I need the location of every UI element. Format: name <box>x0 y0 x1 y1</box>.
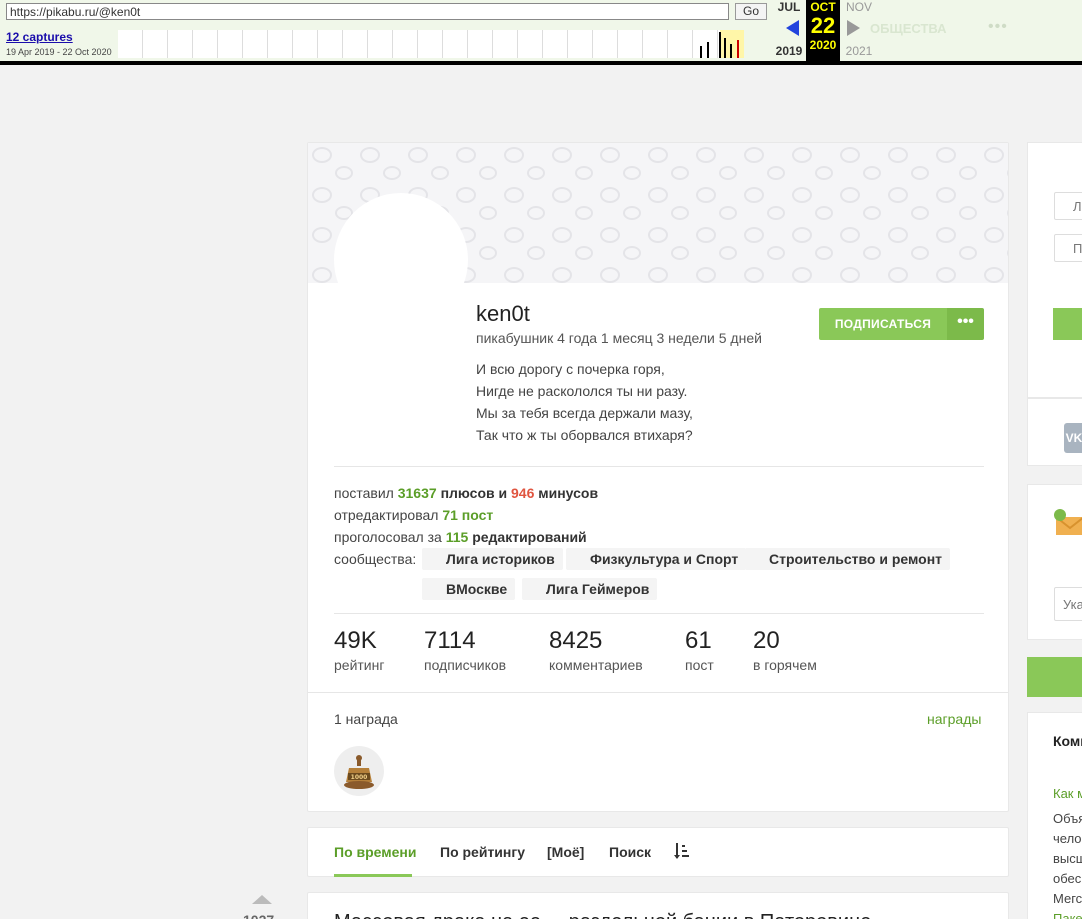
stat-posts: 61 пост <box>685 627 714 673</box>
stat-comments: 8425 комментариев <box>549 627 643 673</box>
subscribe-button[interactable]: ПОДПИСАТЬСЯ <box>819 308 947 340</box>
more-options-icon[interactable]: ••• <box>947 308 984 340</box>
post-card: Массовая драка на ее ... раздельной бани… <box>307 892 1009 919</box>
medal-label: 1000 <box>351 774 368 781</box>
community-chip[interactable]: ВМоскве <box>422 578 516 600</box>
wayback-toolbar: https://pikabu.ru/@ken0t Go 12 captures … <box>0 0 1082 65</box>
wayback-current-date: OCT 22 2020 <box>806 0 840 61</box>
user-about: И всю дорогу с почерка горя, Нигде не ра… <box>476 358 693 446</box>
mail-icon <box>1054 509 1082 535</box>
sort-tabs: По времени По рейтингу [Моё] Поиск <box>307 827 1009 877</box>
stat-votes: поставил 31637 плюсов и 946 минусов <box>334 485 599 501</box>
comment-text-line: чело <box>1053 831 1082 846</box>
username: ken0t <box>476 301 530 326</box>
sidebar-login-panel: Л П <box>1027 142 1082 398</box>
comments-link[interactable]: Как м <box>1053 786 1082 801</box>
wayback-cur-year: 2020 <box>809 38 837 52</box>
login-button[interactable] <box>1053 308 1082 340</box>
stat-voted: проголосовал за 115 редактирований <box>334 529 587 545</box>
divider <box>308 692 1008 693</box>
wayback-next-year: 2021 <box>845 44 873 58</box>
sort-order-icon[interactable] <box>674 842 690 863</box>
wayback-url-input[interactable]: https://pikabu.ru/@ken0t <box>6 3 729 20</box>
community-chip[interactable]: Лига историков <box>422 548 563 570</box>
avatar[interactable] <box>334 193 468 327</box>
comments-title: Комм <box>1053 733 1082 749</box>
comment-text-line: высш <box>1053 851 1082 866</box>
wayback-prev-month[interactable]: JUL <box>772 0 806 14</box>
tab-mine[interactable]: [Моё] <box>547 844 584 860</box>
stat-hot: 20 в горячем <box>753 627 817 673</box>
about-line: Так что ж ты оборвался втихаря? <box>476 427 693 443</box>
awards-count: 1 награда <box>334 711 398 727</box>
comment-text-line: Объя <box>1053 811 1082 826</box>
login-input[interactable]: Л <box>1054 192 1082 220</box>
wayback-cur-day: 22 <box>810 13 836 38</box>
vk-icon[interactable]: VK <box>1064 423 1082 453</box>
sidebar-green-banner[interactable] <box>1027 657 1082 697</box>
community-chip[interactable]: Физкультура и Спорт <box>566 548 747 570</box>
tab-by-rating[interactable]: По рейтингу <box>440 844 525 860</box>
wayback-go-button[interactable]: Go <box>735 3 767 20</box>
wayback-date-range: 19 Apr 2019 - 22 Oct 2020 <box>6 47 112 57</box>
comment-text-line: Мегс <box>1053 891 1082 906</box>
wayback-capture-bars <box>700 32 745 58</box>
about-line: Мы за тебя всегда держали мазу, <box>476 405 693 421</box>
post-title[interactable]: Массовая драка на ее ... раздельной бани… <box>334 911 871 919</box>
background-dots-icon: ••• <box>988 18 1008 35</box>
wayback-prev-year: 2019 <box>775 44 803 58</box>
comment-text-line: обес <box>1053 871 1082 886</box>
tab-search[interactable]: Поиск <box>609 844 651 860</box>
user-age: пикабушник 4 года 1 месяц 3 недели 5 дне… <box>476 330 762 346</box>
wayback-captures-link[interactable]: 12 captures <box>6 30 73 44</box>
active-tab-underline <box>334 874 412 877</box>
post-rating: 1027 <box>243 912 274 919</box>
sidebar-social-panel: VK <box>1027 398 1082 466</box>
community-chip[interactable]: Лига Геймеров <box>522 578 658 600</box>
email-input[interactable]: Ука <box>1054 587 1082 621</box>
wayback-sparkline[interactable] <box>118 30 743 58</box>
profile-card: ken0t пикабушник 4 года 1 месяц 3 недели… <box>307 142 1009 812</box>
password-input[interactable]: П <box>1054 234 1082 262</box>
tab-by-time[interactable]: По времени <box>334 844 416 860</box>
stat-subscribers: 7114 подписчиков <box>424 627 507 673</box>
background-header-text: ОБЩЕСТВА <box>870 21 947 36</box>
sidebar-comments-panel: Комм Как м Объя чело высш обес Мегс Паке <box>1027 712 1082 919</box>
stat-rating: 49K рейтинг <box>334 627 385 673</box>
wayback-next-arrow-icon[interactable] <box>847 20 860 36</box>
stat-edited: отредактировал 71 пост <box>334 507 494 523</box>
divider <box>334 466 984 467</box>
communities-label: сообщества: <box>334 551 417 567</box>
award-medal-icon[interactable]: 1000 <box>334 746 384 796</box>
awards-link[interactable]: награды <box>927 711 981 727</box>
wayback-cur-month: OCT <box>810 0 836 14</box>
sidebar-subscribe-panel: Ука <box>1027 484 1082 640</box>
about-line: И всю дорогу с почерка горя, <box>476 361 665 377</box>
community-chip[interactable]: Строительство и ремонт <box>745 548 951 570</box>
about-line: Нигде не раскололся ты ни разу. <box>476 383 688 399</box>
divider <box>334 613 984 614</box>
vote-up-icon[interactable] <box>252 895 272 904</box>
comments-bottom-link[interactable]: Паке <box>1053 911 1082 919</box>
wayback-prev-arrow-icon[interactable] <box>786 20 799 36</box>
wayback-next-month[interactable]: NOV <box>842 0 876 14</box>
